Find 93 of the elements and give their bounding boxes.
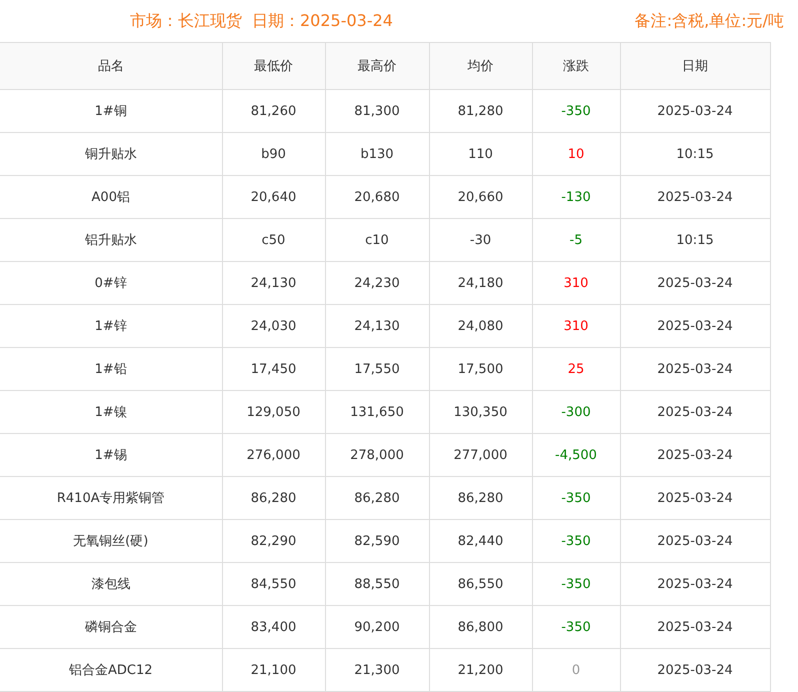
table-cell: 88,550: [325, 562, 429, 606]
table-cell: 21,200: [429, 648, 532, 692]
table-cell: -30: [429, 218, 532, 262]
table-cell: 277,000: [429, 434, 532, 476]
table-cell: 21,100: [222, 648, 325, 692]
table-cell: 17,550: [325, 348, 429, 390]
table-cell: 130,350: [429, 390, 532, 434]
table-cell: 1#锌: [0, 304, 222, 348]
table-cell: 81,280: [429, 90, 532, 132]
table-cell: 20,640: [222, 176, 325, 218]
table-cell: 83,400: [222, 606, 325, 648]
table-cell: 磷铜合金: [0, 606, 222, 648]
table-cell: 310: [532, 262, 620, 304]
table-cell: 131,650: [325, 390, 429, 434]
table-cell: 1#锡: [0, 434, 222, 476]
table-cell: 84,550: [222, 562, 325, 606]
column-header: 品名: [0, 42, 222, 90]
table-cell: 2025-03-24: [620, 348, 770, 390]
column-header: 最高价: [325, 42, 429, 90]
table-cell: 2025-03-24: [620, 434, 770, 476]
table-cell: 17,450: [222, 348, 325, 390]
table-cell: 10: [532, 132, 620, 176]
table-cell: R410A专用紫铜管: [0, 476, 222, 520]
table-cell: -350: [532, 476, 620, 520]
table-cell: 24,130: [222, 262, 325, 304]
table-cell: 17,500: [429, 348, 532, 390]
table-cell: 2025-03-24: [620, 520, 770, 562]
table-cell: -350: [532, 90, 620, 132]
table-cell: 10:15: [620, 132, 770, 176]
table-cell: b90: [222, 132, 325, 176]
table-cell: 129,050: [222, 390, 325, 434]
table-cell: c10: [325, 218, 429, 262]
table-cell: 86,550: [429, 562, 532, 606]
table-cell: 24,180: [429, 262, 532, 304]
table-cell: 24,080: [429, 304, 532, 348]
table-cell: 86,280: [429, 476, 532, 520]
table-cell: 2025-03-24: [620, 648, 770, 692]
table-cell: 1#铅: [0, 348, 222, 390]
table-cell: 278,000: [325, 434, 429, 476]
table-cell: c50: [222, 218, 325, 262]
table-cell: 81,260: [222, 90, 325, 132]
table-cell: 0#锌: [0, 262, 222, 304]
table-cell: 1#镍: [0, 390, 222, 434]
column-header: 最低价: [222, 42, 325, 90]
table-cell: A00铝: [0, 176, 222, 218]
table-cell: 24,230: [325, 262, 429, 304]
table-cell: 铝升贴水: [0, 218, 222, 262]
table-cell: -130: [532, 176, 620, 218]
table-cell: 86,280: [325, 476, 429, 520]
note-label: 备注:含税,单位:元/吨: [634, 10, 784, 32]
table-cell: 2025-03-24: [620, 176, 770, 218]
table-cell: -5: [532, 218, 620, 262]
table-cell: 90,200: [325, 606, 429, 648]
table-cell: 20,680: [325, 176, 429, 218]
table-cell: 110: [429, 132, 532, 176]
table-cell: 82,590: [325, 520, 429, 562]
table-cell: -4,500: [532, 434, 620, 476]
table-cell: 2025-03-24: [620, 304, 770, 348]
table-cell: 1#铜: [0, 90, 222, 132]
table-cell: 无氧铜丝(硬): [0, 520, 222, 562]
table-cell: b130: [325, 132, 429, 176]
table-cell: 10:15: [620, 218, 770, 262]
table-cell: 86,280: [222, 476, 325, 520]
table-cell: 0: [532, 648, 620, 692]
market-label: 市场：长江现货: [130, 10, 242, 32]
table-cell: 310: [532, 304, 620, 348]
table-cell: 2025-03-24: [620, 390, 770, 434]
table-cell: 2025-03-24: [620, 562, 770, 606]
table-cell: 82,290: [222, 520, 325, 562]
table-cell: 2025-03-24: [620, 90, 770, 132]
table-cell: -300: [532, 390, 620, 434]
table-cell: 276,000: [222, 434, 325, 476]
date-label: 日期：2025-03-24: [252, 10, 393, 32]
table-cell: 81,300: [325, 90, 429, 132]
table-cell: 铜升贴水: [0, 132, 222, 176]
table-cell: -350: [532, 520, 620, 562]
table-cell: -350: [532, 562, 620, 606]
table-cell: 24,130: [325, 304, 429, 348]
table-cell: -350: [532, 606, 620, 648]
column-header: 日期: [620, 42, 770, 90]
table-cell: 2025-03-24: [620, 262, 770, 304]
table-cell: 2025-03-24: [620, 606, 770, 648]
table-cell: 铝合金ADC12: [0, 648, 222, 692]
table-cell: 漆包线: [0, 562, 222, 606]
table-cell: 82,440: [429, 520, 532, 562]
table-cell: 21,300: [325, 648, 429, 692]
table-cell: 2025-03-24: [620, 476, 770, 520]
table-cell: 25: [532, 348, 620, 390]
column-header: 涨跌: [532, 42, 620, 90]
table-cell: 20,660: [429, 176, 532, 218]
column-header: 均价: [429, 42, 532, 90]
table-cell: 24,030: [222, 304, 325, 348]
table-cell: 86,800: [429, 606, 532, 648]
